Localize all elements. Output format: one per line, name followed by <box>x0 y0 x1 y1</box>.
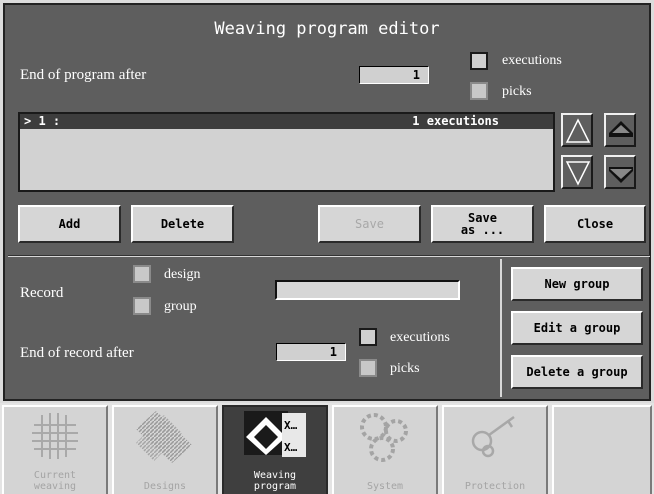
tab-system-label: System <box>334 481 436 492</box>
move-to-top-button[interactable] <box>604 113 636 147</box>
tab-protection-label: Protection <box>444 481 546 492</box>
program-picks-label: picks <box>502 84 532 99</box>
record-group-label: group <box>164 299 197 314</box>
tab-label-line1: System <box>366 481 404 492</box>
record-name-field[interactable] <box>275 280 460 300</box>
move-to-bottom-button[interactable] <box>604 155 636 189</box>
save-button[interactable]: Save <box>318 205 421 243</box>
tab-system[interactable]: System <box>332 405 438 494</box>
tab-designs[interactable]: Designs <box>112 405 218 494</box>
section-divider <box>8 255 650 257</box>
program-picks-checkbox[interactable] <box>470 82 488 100</box>
new-group-button[interactable]: New group <box>511 267 643 301</box>
delete-group-button[interactable]: Delete a group <box>511 355 643 389</box>
window-title: Weaving program editor <box>214 19 440 39</box>
svg-text:X…: X… <box>284 419 298 432</box>
record-picks-checkbox[interactable] <box>359 359 377 377</box>
delete-button[interactable]: Delete <box>131 205 234 243</box>
tab-current-weaving[interactable]: Current weaving <box>2 405 108 494</box>
tab-weaving-program[interactable]: X… X… Weaving program <box>222 405 328 494</box>
tab-current-weaving-label: Current weaving <box>4 470 106 492</box>
tab-label-line2: program <box>253 481 297 492</box>
tab-label-line1: Protection <box>464 481 526 492</box>
program-list-row[interactable]: > 1 : 1 executions <box>20 114 553 129</box>
tab-label-line1: Designs <box>143 481 187 492</box>
svg-text:X…: X… <box>284 441 298 454</box>
tab-protection[interactable]: Protection <box>442 405 548 494</box>
weaving-program-editor-window: Weaving program editor End of program af… <box>3 3 651 401</box>
record-design-label: design <box>164 267 201 282</box>
add-button[interactable]: Add <box>18 205 121 243</box>
down-triangle-icon <box>565 161 591 186</box>
program-executions-checkbox[interactable] <box>470 52 488 70</box>
save-as-button[interactable]: Save as ... <box>431 205 534 243</box>
record-picks-label: picks <box>390 361 420 376</box>
tab-label-line1: Weaving <box>253 470 297 481</box>
edit-group-button[interactable]: Edit a group <box>511 311 643 345</box>
designs-icon <box>136 411 192 463</box>
tab-empty <box>552 405 652 494</box>
tab-label-line1: Current <box>33 470 77 481</box>
save-as-line2: as ... <box>460 223 505 237</box>
tab-label-line2: weaving <box>33 481 77 492</box>
record-design-checkbox[interactable] <box>133 265 151 283</box>
end-of-record-label: End of record after <box>20 345 134 361</box>
program-row-index: > 1 : <box>24 114 61 128</box>
program-row-summary: 1 executions <box>412 114 499 128</box>
bottom-arrow-icon <box>609 167 633 183</box>
record-group-checkbox[interactable] <box>133 297 151 315</box>
up-triangle-icon <box>565 118 591 143</box>
record-executions-label: executions <box>390 330 450 345</box>
move-up-button[interactable] <box>561 113 593 147</box>
program-executions-label: executions <box>502 53 562 68</box>
keys-icon <box>471 415 515 458</box>
close-button[interactable]: Close <box>544 205 646 243</box>
program-list[interactable]: > 1 : 1 executions <box>18 112 555 192</box>
top-arrow-icon <box>609 121 633 137</box>
gears-icon <box>360 413 408 462</box>
record-label: Record <box>20 285 64 301</box>
record-executions-checkbox[interactable] <box>359 328 377 346</box>
bottom-tab-bar: Current weaving Designs X… X… Weaving pr… <box>0 403 654 494</box>
tab-designs-label: Designs <box>114 481 216 492</box>
end-of-program-label: End of program after <box>20 67 147 83</box>
tab-weaving-program-label: Weaving program <box>224 470 326 492</box>
weaving-program-icon: X… X… <box>244 411 306 457</box>
group-divider <box>500 259 502 397</box>
end-of-record-input[interactable]: 1 <box>276 343 346 361</box>
move-down-button[interactable] <box>561 155 593 189</box>
grid-weave-icon <box>32 413 78 459</box>
end-of-program-input[interactable]: 1 <box>359 66 429 84</box>
